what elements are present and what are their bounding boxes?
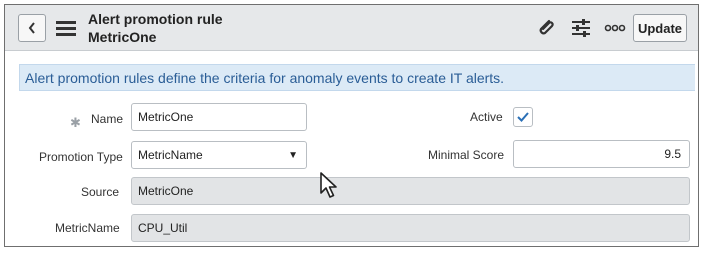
promotion-type-select[interactable]: MetricName ▼ (131, 141, 307, 169)
chevron-left-icon (28, 22, 35, 34)
required-asterisk-icon: ✱ (70, 115, 81, 130)
promotion-type-value: MetricName (138, 148, 203, 162)
name-label: Name (91, 112, 124, 126)
record-name: MetricOne (88, 29, 157, 45)
page-title: Alert promotion rule MetricOne (88, 10, 223, 46)
settings-sliders-icon[interactable] (570, 17, 592, 39)
page-title-text: Alert promotion rule (88, 11, 223, 27)
hamburger-menu-icon[interactable] (56, 20, 76, 36)
info-banner-text: Alert promotion rules define the criteri… (25, 70, 505, 86)
dropdown-arrow-icon: ▼ (288, 149, 298, 161)
back-button[interactable] (18, 14, 46, 42)
source-value: MetricOne (138, 184, 194, 198)
paperclip-icon[interactable] (535, 17, 557, 39)
checkmark-icon (517, 112, 529, 122)
source-field: MetricOne (131, 177, 690, 205)
header-bar: Alert promotion rule MetricOne Update (5, 5, 698, 51)
name-input[interactable]: MetricOne (131, 103, 307, 131)
minimal-score-value: 9.5 (664, 147, 681, 161)
name-value: MetricOne (138, 110, 194, 124)
minimal-score-input[interactable]: 9.5 (513, 140, 690, 168)
form-window: Alert promotion rule MetricOne Update Al… (4, 4, 699, 247)
metric-name-value: CPU_Util (138, 221, 188, 235)
source-label: Source (81, 185, 120, 199)
metric-name-field: CPU_Util (131, 214, 690, 242)
active-checkbox[interactable] (513, 107, 533, 127)
info-banner: Alert promotion rules define the criteri… (19, 64, 695, 91)
promotion-type-label: Promotion Type (39, 150, 123, 164)
more-icon[interactable] (604, 23, 626, 33)
active-label: Active (470, 110, 503, 124)
mouse-pointer-icon (320, 172, 337, 198)
update-button[interactable]: Update (633, 14, 687, 42)
minimal-score-label: Minimal Score (428, 148, 505, 162)
metric-name-label: MetricName (55, 221, 120, 235)
